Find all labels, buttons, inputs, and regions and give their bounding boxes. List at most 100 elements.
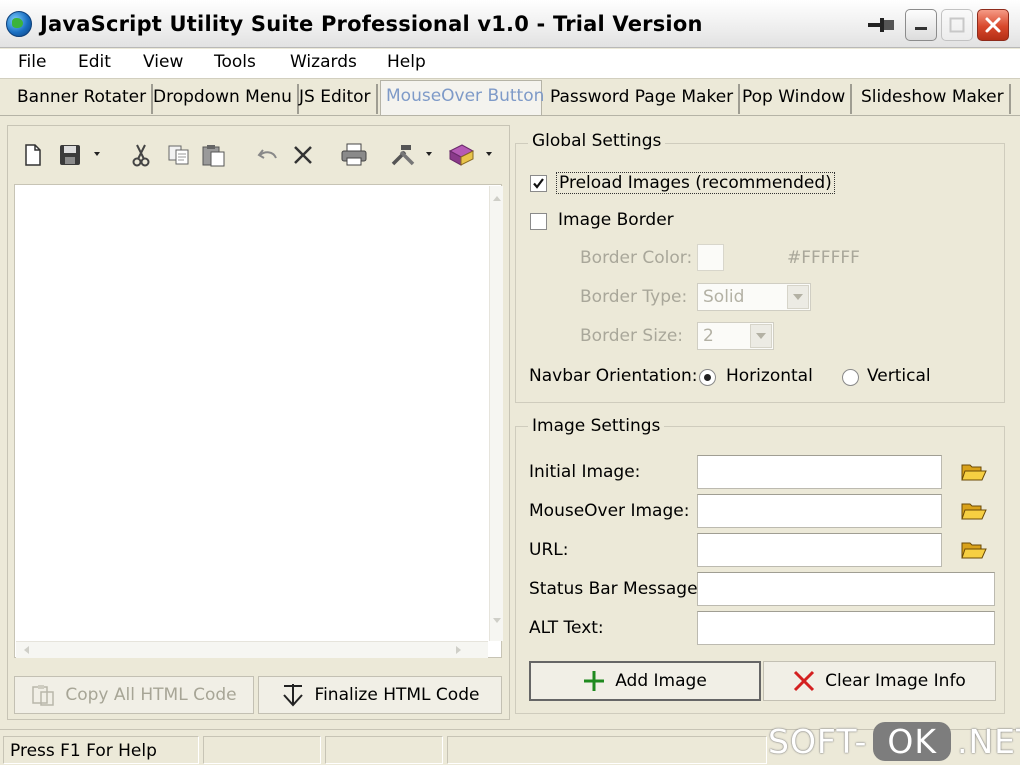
- x-icon: [794, 670, 815, 692]
- menu-bar: File Edit View Tools Wizards Help: [0, 49, 1020, 79]
- navbar-orientation-label: Navbar Orientation:: [529, 366, 698, 386]
- tab-slideshow-maker[interactable]: Slideshow Maker: [856, 84, 1011, 114]
- tools-icon[interactable]: [388, 142, 418, 168]
- status-bar-message-field[interactable]: [697, 572, 995, 606]
- editor-toolbar: [14, 136, 504, 174]
- watermark-left: SOFT-: [768, 721, 868, 761]
- window-title: JavaScript Utility Suite Professional v1…: [40, 12, 703, 36]
- copy-code-icon: [32, 685, 55, 706]
- finalize-html-button[interactable]: Finalize HTML Code: [258, 676, 502, 714]
- finalize-html-label: Finalize HTML Code: [314, 685, 480, 705]
- save-dropdown-arrow[interactable]: [94, 152, 100, 156]
- alt-text-field[interactable]: [697, 611, 995, 645]
- tab-js-editor[interactable]: JS Editor: [294, 84, 378, 114]
- title-bar: JavaScript Utility Suite Professional v1…: [0, 0, 1020, 48]
- border-type-value: Solid: [703, 287, 745, 307]
- tab-divider: [0, 115, 1020, 116]
- plus-icon: [584, 671, 605, 691]
- folder-open-icon[interactable]: [961, 462, 987, 482]
- add-image-label: Add Image: [615, 671, 707, 691]
- initial-image-field[interactable]: [697, 455, 942, 489]
- image-border-checkbox[interactable]: [530, 213, 547, 230]
- image-border-label[interactable]: Image Border: [558, 210, 674, 230]
- border-size-label: Border Size:: [580, 326, 684, 346]
- folder-open-icon[interactable]: [961, 540, 987, 560]
- scroll-down-arrow[interactable]: [493, 618, 501, 623]
- copy-all-html-button[interactable]: Copy All HTML Code: [14, 676, 254, 714]
- watermark-mid: OK: [873, 721, 951, 761]
- minimize-icon: [915, 27, 927, 30]
- delete-icon[interactable]: [290, 142, 316, 168]
- pin-icon[interactable]: [864, 9, 898, 41]
- horizontal-radio[interactable]: [699, 369, 716, 386]
- save-icon[interactable]: [58, 142, 82, 168]
- checkmark-icon: [533, 178, 544, 189]
- tab-banner-rotater[interactable]: Banner Rotater: [12, 84, 154, 114]
- tab-dropdown-menu[interactable]: Dropdown Menu: [148, 84, 299, 114]
- vertical-radio-label[interactable]: Vertical: [867, 366, 931, 386]
- clear-image-info-label: Clear Image Info: [825, 671, 966, 691]
- close-icon: [985, 17, 1001, 33]
- tools-dropdown-arrow[interactable]: [426, 152, 432, 156]
- menu-tools[interactable]: Tools: [212, 52, 258, 72]
- tab-mouseover-button[interactable]: MouseOver Button: [380, 80, 544, 116]
- folder-open-icon[interactable]: [961, 501, 987, 521]
- url-label: URL:: [529, 540, 569, 560]
- new-document-icon[interactable]: [22, 142, 44, 168]
- print-icon[interactable]: [340, 142, 368, 168]
- border-size-value: 2: [703, 326, 714, 346]
- menu-view[interactable]: View: [141, 52, 185, 72]
- scroll-up-arrow[interactable]: [493, 196, 501, 201]
- globe-app-icon: [6, 11, 32, 37]
- url-field[interactable]: [697, 533, 942, 567]
- horizontal-scrollbar[interactable]: [16, 641, 488, 658]
- mouseover-image-label: MouseOver Image:: [529, 501, 690, 521]
- vertical-scrollbar[interactable]: [489, 186, 503, 641]
- maximize-icon: [949, 17, 965, 33]
- border-size-select[interactable]: 2: [697, 322, 774, 350]
- finalize-arrow-icon: [282, 684, 303, 707]
- menu-help[interactable]: Help: [385, 52, 428, 72]
- border-color-label: Border Color:: [580, 248, 693, 268]
- minimize-button[interactable]: [905, 9, 937, 41]
- tab-password-page-maker[interactable]: Password Page Maker: [545, 84, 741, 114]
- chevron-down-icon[interactable]: [787, 285, 809, 309]
- scroll-left-arrow[interactable]: [24, 646, 29, 654]
- global-settings-title: Global Settings: [528, 131, 666, 151]
- tab-pop-window[interactable]: Pop Window: [737, 84, 853, 114]
- book-icon[interactable]: [446, 142, 476, 168]
- status-bar-message-label: Status Bar Message:: [529, 579, 704, 599]
- tab-bar: Banner Rotater Dropdown Menu JS Editor M…: [0, 80, 1020, 116]
- scroll-right-arrow[interactable]: [456, 646, 461, 654]
- menu-wizards[interactable]: Wizards: [288, 52, 359, 72]
- close-button[interactable]: [977, 9, 1009, 41]
- initial-image-label: Initial Image:: [529, 462, 641, 482]
- cut-icon[interactable]: [130, 142, 152, 168]
- add-image-button[interactable]: Add Image: [529, 661, 761, 701]
- copy-all-html-label: Copy All HTML Code: [65, 685, 237, 705]
- preload-images-label[interactable]: Preload Images (recommended): [556, 172, 835, 194]
- vertical-radio[interactable]: [842, 369, 859, 386]
- html-code-editor[interactable]: [14, 184, 503, 658]
- maximize-button[interactable]: [941, 9, 973, 41]
- menu-edit[interactable]: Edit: [76, 52, 113, 72]
- border-color-swatch[interactable]: [697, 244, 724, 271]
- image-settings-title: Image Settings: [528, 416, 665, 436]
- chevron-down-icon[interactable]: [750, 324, 772, 348]
- status-help-text: Press F1 For Help: [3, 736, 199, 764]
- copy-icon[interactable]: [166, 142, 192, 168]
- status-pane-4: [447, 736, 767, 764]
- menu-file[interactable]: File: [16, 52, 48, 72]
- paste-icon[interactable]: [200, 142, 228, 168]
- border-type-select[interactable]: Solid: [697, 283, 811, 311]
- border-type-label: Border Type:: [580, 287, 688, 307]
- preload-images-checkbox[interactable]: [530, 175, 547, 192]
- undo-icon[interactable]: [256, 142, 280, 168]
- mouseover-image-field[interactable]: [697, 494, 942, 528]
- horizontal-radio-label[interactable]: Horizontal: [726, 366, 813, 386]
- book-dropdown-arrow[interactable]: [486, 152, 492, 156]
- watermark-right: .NET: [956, 721, 1020, 761]
- border-color-value: #FFFFFF: [787, 248, 860, 268]
- clear-image-info-button[interactable]: Clear Image Info: [763, 661, 996, 701]
- alt-text-label: ALT Text:: [529, 618, 604, 638]
